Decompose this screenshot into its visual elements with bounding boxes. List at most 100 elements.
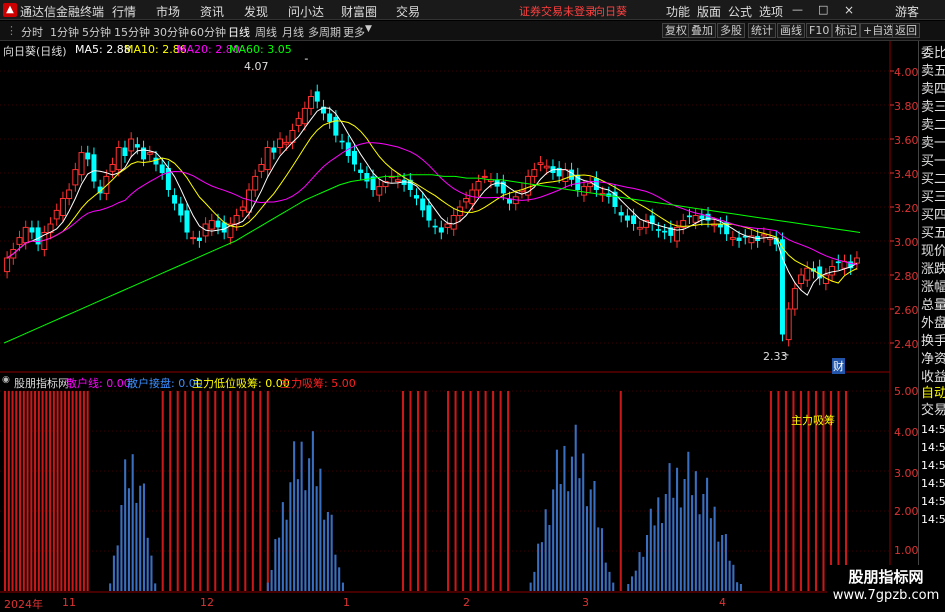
sanhu-bar [709,518,712,591]
sanhu-bar [540,542,543,591]
zhuli-bar [484,391,487,591]
sanhu-bar [713,506,716,591]
sanhu-bar [131,454,134,591]
kline-chart[interactable] [0,0,945,609]
sanhu-bar [600,528,604,591]
side-sell2: 卖二 [921,118,945,133]
sanhu-bar [112,555,115,591]
zhuli-bar [199,391,202,591]
candle-body-up [78,152,85,176]
side-zongliang: 总量 [921,298,945,313]
sanhu-bar [608,571,611,591]
candle-body-up [59,198,66,216]
sanhu-bar [154,583,157,591]
zhuli-bar [507,391,510,591]
zhuli-bar [777,391,780,591]
candle-body-up [252,175,259,191]
side-sell4: 卖四 [921,82,945,97]
candle-body-up [785,308,792,341]
side-auto[interactable]: 自动 [921,385,945,402]
sanhu-bar [127,488,130,591]
watermark-url: www.7gpzb.com [832,588,940,603]
candle-body-down [835,261,841,264]
zhuli-bar [469,391,472,591]
candle-body-down [85,152,91,160]
candle-body-up [146,152,153,155]
candle-body-up [481,175,488,178]
zhuli-bar [22,391,25,591]
sanhu-bar [593,480,596,591]
candle-body-up [636,226,643,230]
sanhu-bar [555,449,558,591]
sanhu-bar [574,424,577,591]
side-buy3: 买三 [921,190,945,205]
candle-body-up [283,141,290,145]
side-time: 14:56 [921,495,945,508]
candle-body-up [450,215,457,230]
candle-body-up [53,209,60,220]
sanhu-bar [649,508,652,591]
side-time: 14:56 [921,441,945,454]
candle-body-up [580,186,587,196]
sanhu-bar [634,570,637,591]
zhuli-bar [492,391,495,591]
zhuli-bar [60,391,63,591]
candle-body-up [760,233,767,237]
candle-body-up [798,274,805,284]
sanhu-bar [597,527,600,591]
candle-body-up [277,138,284,148]
sanhu-bar [146,537,149,591]
candle-body-down [699,215,705,219]
side-zhangfu: 涨幅 [921,280,945,295]
zhuli-bar [462,391,465,591]
sanhu-bar [135,502,138,591]
sanhu-bar [120,505,123,591]
candle-body-up [853,257,860,264]
candle-body-down [631,215,637,224]
sanhu-bar [278,537,281,591]
candle-body-down [159,164,165,173]
candle-body-down [438,227,444,233]
candle-body-down [172,195,178,204]
sanhu-bar [732,564,735,591]
sanhu-bar [585,506,588,591]
side-trade[interactable]: 交易 [921,402,945,419]
sanhu-bar [739,584,742,591]
sanhu-bar [323,519,326,591]
zhuli-bar [477,391,480,591]
sanhu-bar [266,582,269,591]
sanhu-bar [274,539,277,591]
zhuli-bar [191,391,194,591]
sanhu-bar [116,545,119,591]
zhuli-bar [792,391,795,591]
candle-body-up [729,237,736,240]
sanhu-bar [653,525,656,591]
candle-body-up [463,198,470,203]
candle-body-down [122,147,128,156]
side-time: 14:56 [921,513,945,526]
zhuli-bar [259,391,262,591]
zhuli-bar [784,391,787,591]
candle-body-down [413,195,419,199]
candle-body-up [22,226,29,244]
sanhu-bar [311,431,314,591]
sanhu-bar [717,541,720,591]
sanhu-bar [642,556,645,591]
candle-body-up [301,107,308,125]
sanhu-bar [589,489,592,591]
candle-body-up [791,288,798,310]
zhuli-bar [67,391,70,591]
candle-body-down [215,220,221,228]
zhuli-bar [214,391,217,591]
candle-body-down [196,237,202,241]
candle-body-up [562,169,569,183]
side-sell3: 卖三 [921,100,945,115]
zhuli-bar [15,391,18,591]
zhuli-bar [416,391,420,591]
sanhu-bar [150,555,153,591]
candle-body-up [109,164,116,172]
zhuli-bar [244,391,247,591]
zhuli-bar [7,391,10,591]
zhuli-bar [34,391,37,591]
sanhu-bar [630,576,634,591]
